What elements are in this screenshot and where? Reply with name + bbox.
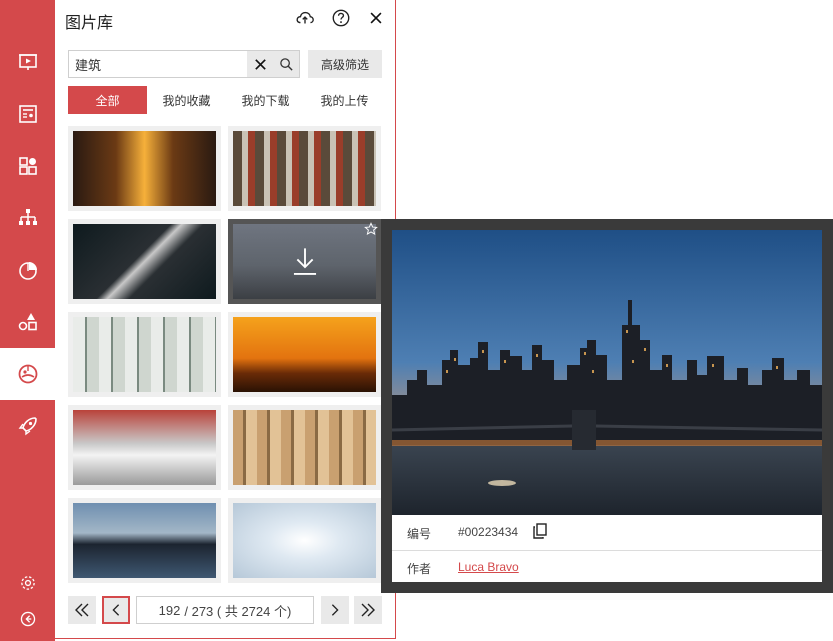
tab-favorites[interactable]: 我的收藏 xyxy=(147,86,226,114)
shapes-grid-icon xyxy=(18,157,37,175)
search-button[interactable] xyxy=(273,51,299,77)
help-icon xyxy=(332,9,350,27)
image-thumbnail[interactable] xyxy=(228,126,381,211)
image-thumbnail[interactable] xyxy=(68,126,221,211)
download-icon xyxy=(293,247,316,275)
author-link[interactable]: Luca Bravo xyxy=(458,560,519,574)
image-library-panel: 图片库 高级筛选 全部 我的收藏 我的下载 我的上传 xyxy=(55,0,396,639)
image-thumbnail[interactable] xyxy=(68,312,221,397)
image-thumbnail[interactable] xyxy=(68,498,221,583)
preview-image xyxy=(392,230,822,524)
sidebar xyxy=(0,0,55,641)
presentation-icon xyxy=(18,54,37,70)
filter-tabs: 全部 我的收藏 我的下载 我的上传 xyxy=(68,86,384,114)
id-value: #00223434 xyxy=(458,525,519,539)
chevron-right-icon xyxy=(331,604,339,616)
info-row-author: 作者 Luca Bravo xyxy=(392,550,822,583)
preview-info: 编号 #00223434 作者 Luca Bravo xyxy=(392,515,822,582)
image-thumbnail[interactable] xyxy=(68,405,221,490)
chevron-left-icon xyxy=(112,604,120,616)
thumbnail-building-neon xyxy=(73,224,216,299)
clear-search-button[interactable] xyxy=(247,51,273,77)
favorite-star-icon[interactable] xyxy=(364,222,378,236)
double-chevron-left-icon xyxy=(75,603,89,617)
sidebar-item-presentation[interactable] xyxy=(0,36,55,88)
close-button[interactable] xyxy=(365,7,387,29)
tab-uploads[interactable]: 我的上传 xyxy=(305,86,384,114)
sidebar-item-images[interactable] xyxy=(0,348,55,400)
thumbnail-sunset-street xyxy=(73,131,216,206)
close-icon xyxy=(370,12,382,24)
help-button[interactable] xyxy=(330,7,352,29)
org-chart-icon xyxy=(18,209,37,225)
id-label: 编号 xyxy=(407,527,432,541)
thumbnail-brick-buildings xyxy=(73,410,216,485)
current-page[interactable]: 192 xyxy=(159,603,181,618)
image-thumbnail[interactable] xyxy=(228,312,381,397)
cloud-upload-icon xyxy=(296,11,314,24)
thumbnail-orange-skyline xyxy=(233,317,376,392)
search-input[interactable] xyxy=(69,51,247,77)
clear-icon xyxy=(254,58,266,70)
info-row-id: 编号 #00223434 xyxy=(392,515,822,548)
newspaper-icon xyxy=(18,105,37,123)
first-page-button[interactable] xyxy=(68,596,96,624)
thumbnail-wood-facade xyxy=(233,410,376,485)
rocket-icon xyxy=(18,417,37,436)
search-actions xyxy=(247,51,299,77)
sidebar-item-shapes[interactable] xyxy=(0,296,55,348)
page-total: / 273 ( 共 2724 个) xyxy=(184,603,292,619)
image-thumbnail[interactable] xyxy=(228,405,381,490)
sidebar-item-charts[interactable] xyxy=(0,244,55,296)
tab-downloads[interactable]: 我的下载 xyxy=(226,86,305,114)
gear-icon xyxy=(20,576,35,590)
city-skyline-photo xyxy=(392,230,822,524)
image-thumbnail[interactable] xyxy=(68,219,221,304)
back-arrow-icon xyxy=(20,611,35,627)
thumbnail-white-corridor xyxy=(233,503,376,578)
image-library-icon xyxy=(18,364,37,384)
advanced-filter-button[interactable]: 高级筛选 xyxy=(308,50,382,78)
panel-title: 图片库 xyxy=(65,15,114,32)
sidebar-item-elements[interactable] xyxy=(0,140,55,192)
thumbnail-lights-alley xyxy=(233,131,376,206)
pie-chart-icon xyxy=(18,262,37,280)
sidebar-item-news[interactable] xyxy=(0,88,55,140)
sidebar-item-launch[interactable] xyxy=(0,400,55,452)
copy-icon[interactable] xyxy=(531,522,549,540)
thumbnail-glass-atrium xyxy=(73,317,216,392)
upload-button[interactable] xyxy=(294,7,316,29)
collapse-button[interactable] xyxy=(0,596,55,641)
double-chevron-right-icon xyxy=(361,603,375,617)
prev-page-button[interactable] xyxy=(102,596,130,624)
download-button[interactable] xyxy=(228,219,381,304)
author-label: 作者 xyxy=(407,562,432,576)
page-indicator[interactable]: 192 / 273 ( 共 2724 个) xyxy=(136,596,314,624)
tab-all[interactable]: 全部 xyxy=(68,86,147,114)
search-icon xyxy=(279,57,293,71)
shapes-icon xyxy=(18,313,37,331)
search-box xyxy=(68,50,300,78)
sidebar-item-orgchart[interactable] xyxy=(0,192,55,244)
image-thumbnail[interactable] xyxy=(228,219,381,304)
image-thumbnail[interactable] xyxy=(228,498,381,583)
image-preview-popup: 编号 #00223434 作者 Luca Bravo xyxy=(381,219,833,593)
thumbnail-skyline-water xyxy=(73,503,216,578)
last-page-button[interactable] xyxy=(354,596,382,624)
next-page-button[interactable] xyxy=(321,596,349,624)
